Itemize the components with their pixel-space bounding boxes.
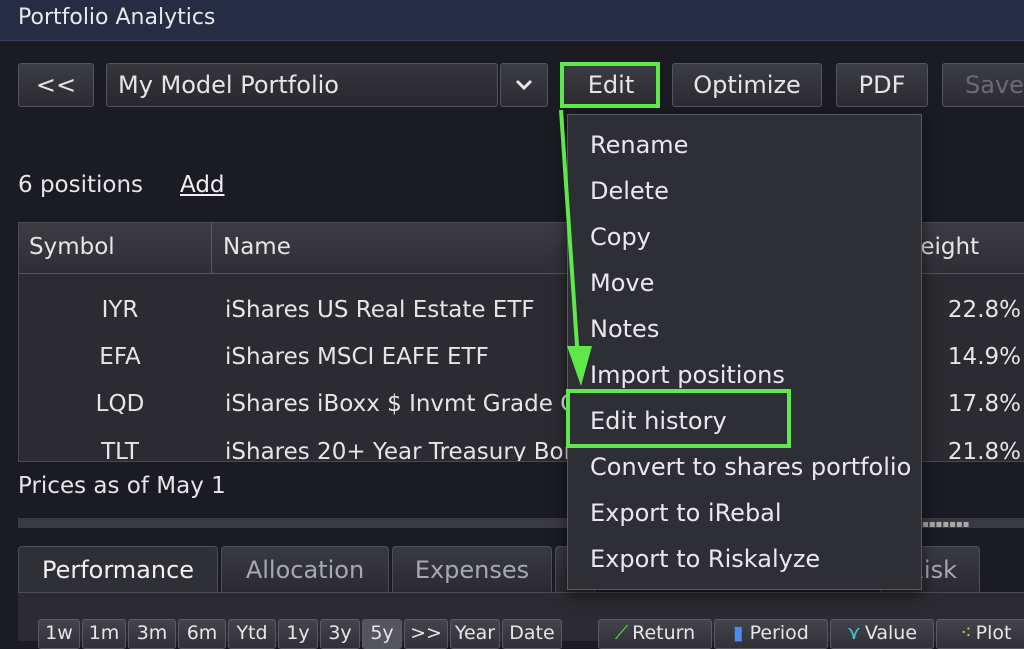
annotation-arrow-icon [559, 109, 592, 386]
